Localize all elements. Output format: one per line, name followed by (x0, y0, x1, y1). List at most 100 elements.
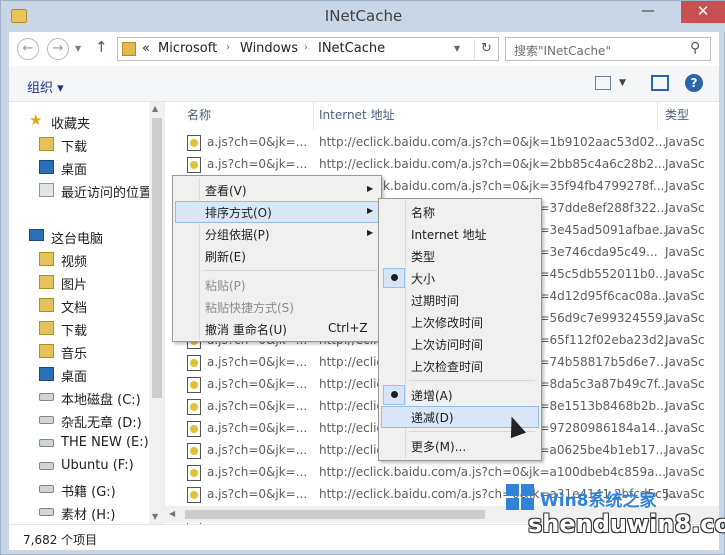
file-name: a.js?ch=0&jk=... (207, 135, 308, 149)
preview-pane-icon[interactable] (651, 75, 669, 91)
column-header-name[interactable]: 名称 (187, 106, 211, 128)
title-bar: INetCache — ✕ (1, 1, 725, 32)
navigation-scrollbar[interactable]: ▲ ▼ (149, 102, 165, 524)
javascript-file-icon (187, 135, 201, 151)
menu-item-paste[interactable]: 粘贴(P) (175, 274, 379, 296)
desktop-icon (39, 367, 54, 381)
sort-item-last-checked[interactable]: 上次检查时间 (381, 355, 539, 377)
scroll-thumb[interactable] (185, 510, 485, 519)
view-options-icon[interactable] (595, 76, 611, 90)
menu-item-group-by[interactable]: 分组依据(P) ▶ (175, 223, 379, 245)
organize-button[interactable]: 组织 ▾ (27, 77, 64, 96)
scroll-left-icon[interactable]: ◀ (169, 509, 175, 518)
file-type: JavaSc (665, 289, 705, 303)
breadcrumb-separator[interactable]: › (304, 42, 308, 53)
sort-item-type[interactable]: 类型 (381, 245, 539, 267)
column-divider[interactable] (657, 102, 658, 130)
address-bar: ← → ▼ ↑ « Microsoft › Windows › INetCach… (9, 32, 719, 66)
up-button[interactable]: ↑ (95, 38, 108, 56)
javascript-file-icon (187, 421, 201, 437)
scroll-down-icon[interactable]: ▼ (152, 512, 158, 521)
file-type: JavaSc (665, 179, 705, 193)
column-header-type[interactable]: 类型 (665, 106, 689, 128)
table-row[interactable]: a.js?ch=0&jk=... http://eclick.baidu.com/… (165, 132, 719, 154)
table-row[interactable]: a.js?ch=0&jk=... http://eclick.baidu.com/… (165, 154, 719, 176)
sort-item-name[interactable]: 名称 (381, 201, 539, 223)
address-overflow[interactable]: « (142, 41, 150, 56)
recent-locations-chevron-icon[interactable]: ▼ (75, 44, 81, 53)
shortcut-label: Ctrl+Z (328, 321, 368, 335)
sort-item-size[interactable]: 大小 (381, 267, 539, 289)
navigation-pane: ★ 收藏夹 下载 桌面 最近访问的位置 这台电脑 视频 图片 文档 下载 音乐 … (9, 102, 165, 524)
javascript-file-icon (187, 157, 201, 173)
breadcrumb-separator[interactable]: › (226, 42, 230, 53)
radio-bullet-icon (391, 274, 398, 281)
file-type: JavaSc (665, 399, 705, 413)
view-dropdown-icon[interactable]: ▼ (619, 78, 626, 88)
library-folder-icon (39, 344, 54, 358)
drive-icon (39, 485, 54, 493)
file-type: JavaSc (665, 267, 705, 281)
file-type: JavaSc (665, 157, 705, 171)
breadcrumb-microsoft[interactable]: Microsoft (158, 41, 217, 56)
scroll-thumb[interactable] (152, 118, 162, 398)
command-bar: 组织 ▾ ▼ ? (9, 66, 719, 102)
javascript-file-icon (187, 377, 201, 393)
address-dropdown-icon[interactable]: ▼ (454, 44, 460, 53)
search-input[interactable]: 搜索"INetCache" ⚲ (505, 37, 711, 61)
address-box[interactable]: « Microsoft › Windows › INetCache ▼ ↻ (117, 37, 499, 61)
file-name: a.js?ch=0&jk=... (207, 487, 308, 501)
table-row[interactable]: a.js?ch=0&jk=... http://eclick.baidu.com/… (165, 462, 719, 484)
javascript-file-icon (187, 355, 201, 371)
file-url: http://eclick.baidu.com/a.js?ch=0&jk=1b9… (319, 135, 667, 149)
file-type: JavaSc (665, 377, 705, 391)
menu-item-paste-shortcut[interactable]: 粘贴快捷方式(S) (175, 296, 379, 318)
drive-icon (39, 462, 54, 470)
file-type: JavaSc (665, 487, 705, 501)
breadcrumb-inetcache[interactable]: INetCache (318, 41, 385, 56)
menu-item-undo-rename[interactable]: 撤消 重命名(U) Ctrl+Z (175, 318, 379, 340)
sort-item-expires[interactable]: 过期时间 (381, 289, 539, 311)
scroll-up-icon[interactable]: ▲ (152, 104, 158, 113)
forward-button[interactable]: → (47, 38, 69, 60)
javascript-file-icon (187, 399, 201, 415)
column-header-internet-address[interactable]: Internet 地址 (319, 106, 394, 128)
close-button[interactable]: ✕ (681, 1, 725, 23)
file-type: JavaSc (665, 223, 705, 237)
sort-item-internet-address[interactable]: Internet 地址 (381, 223, 539, 245)
library-folder-icon (39, 252, 54, 266)
menu-item-view[interactable]: 查看(V) ▶ (175, 179, 379, 201)
file-type: JavaSc (665, 421, 705, 435)
sort-item-last-accessed[interactable]: 上次访问时间 (381, 333, 539, 355)
radio-bullet-icon (391, 391, 398, 398)
sort-item-last-modified[interactable]: 上次修改时间 (381, 311, 539, 333)
file-name: a.js?ch=0&jk=... (207, 377, 308, 391)
sort-item-more[interactable]: 更多(M)... (381, 435, 539, 457)
submenu-arrow-icon: ▶ (367, 206, 374, 215)
file-name: a.js?ch=0&jk=... (207, 443, 308, 457)
file-type: JavaSc (665, 355, 705, 369)
drive-icon (39, 393, 54, 401)
minimize-button[interactable]: — (635, 1, 661, 23)
menu-item-refresh[interactable]: 刷新(E) (175, 245, 379, 267)
menu-item-sort-by[interactable]: 排序方式(O) ▶ (175, 201, 379, 223)
javascript-file-icon (187, 487, 201, 503)
computer-icon (29, 229, 44, 241)
file-name: a.js?ch=0&jk=... (207, 465, 308, 479)
refresh-icon[interactable]: ↻ (474, 39, 498, 59)
back-button[interactable]: ← (17, 38, 39, 60)
file-type: JavaSc (665, 465, 705, 479)
file-name: a.js?ch=0&jk=... (207, 355, 308, 369)
help-icon[interactable]: ? (685, 74, 703, 92)
file-name: a.js?ch=0&jk=... (207, 399, 308, 413)
drive-icon (39, 416, 54, 424)
search-icon[interactable]: ⚲ (690, 40, 700, 56)
folder-icon (122, 42, 136, 56)
breadcrumb-windows[interactable]: Windows (240, 41, 298, 56)
sort-item-ascending[interactable]: 递增(A) (381, 384, 539, 406)
watermark-title: Win8系统之家 (540, 491, 657, 511)
column-divider[interactable] (313, 102, 314, 130)
desktop-icon (39, 160, 54, 174)
file-name: a.js?ch=0&jk=... (207, 157, 308, 171)
recent-places-icon (39, 183, 54, 197)
